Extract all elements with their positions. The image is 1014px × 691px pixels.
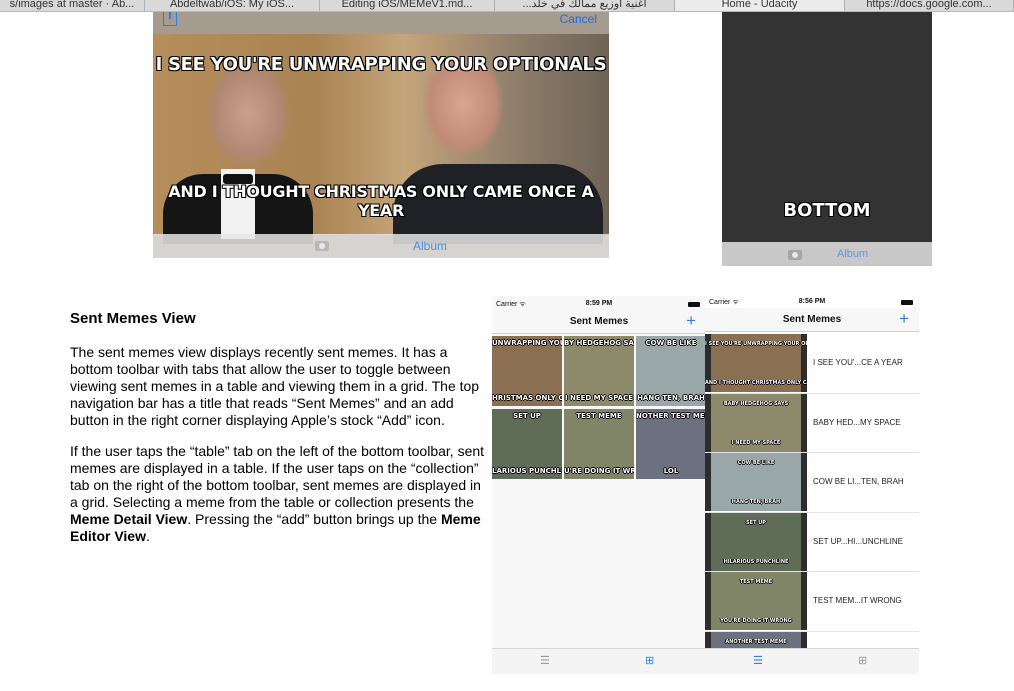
- table-row[interactable]: COW BE LIKE HANG TEN, BRAH COW BE LI...TEN…: [705, 453, 919, 513]
- meme-editor-screenshot: Cancel I SEE YOU'RE UNWRAPPING YOUR OPTI…: [153, 12, 609, 258]
- meme-top-text: SET UP: [746, 519, 766, 526]
- sent-memes-table-screenshot: Carrier ᯤ 8:56 PM Sent Memes + I SEE YOU…: [705, 294, 919, 674]
- camera-icon[interactable]: [315, 241, 329, 251]
- paragraph: The sent memes view displays recently se…: [70, 344, 480, 428]
- meme-grid-cell[interactable]: UNWRAPPING YOU HRISTMAS ONLY CA: [492, 336, 562, 406]
- meme-grid-cell[interactable]: NOTHER TEST MEM LOL: [636, 409, 706, 479]
- browser-tab[interactable]: Abdeltwab/iOS: My iOS...: [145, 0, 320, 11]
- meme-top-text: COW BE LIKE: [645, 339, 697, 347]
- meme-bottom-text: I NEED MY SPACE: [564, 394, 634, 402]
- meme-top-text: ANOTHER TEST MEME: [725, 638, 787, 645]
- browser-tab[interactable]: Home - Udacity: [675, 0, 845, 11]
- meme-grid-cell[interactable]: TEST MEME U'RE DOING IT WRO: [564, 409, 634, 479]
- meme-bottom-text: HILARIOUS PUNCHLINE: [723, 558, 789, 565]
- row-label: TEST MEM...IT WRONG: [813, 596, 902, 605]
- meme-thumbnail: COW BE LIKE HANG TEN, BRAH: [705, 453, 807, 511]
- meme-top-text: UNWRAPPING YOU: [492, 339, 562, 347]
- album-button[interactable]: Album: [837, 248, 868, 260]
- text: .: [145, 528, 150, 544]
- bold-text: Meme Detail View: [70, 511, 188, 527]
- navigation-bar: Sent Memes +: [492, 310, 706, 334]
- text: If the user taps the “table” tab on the …: [70, 443, 485, 510]
- status-bar: Carrier ᯤ 8:59 PM: [492, 296, 706, 310]
- nav-title: Sent Memes: [569, 316, 629, 327]
- camera-icon[interactable]: [788, 250, 802, 260]
- meme-bottom-text: HRISTMAS ONLY CA: [492, 394, 562, 402]
- meme-bottom-text: LOL: [663, 467, 679, 475]
- table-row[interactable]: SET UP HILARIOUS PUNCHLINE SET UP...HI...U…: [705, 512, 919, 572]
- meme-bottom-text: AND I THOUGHT CHRISTMAS ONLY CAME ONCE A…: [705, 380, 807, 386]
- meme-bottom-text: I NEED MY SPACE: [731, 439, 781, 446]
- time-label: 8:59 PM: [585, 300, 613, 307]
- cancel-button[interactable]: Cancel: [560, 12, 597, 26]
- browser-tab[interactable]: s/images at master · Ab...: [0, 0, 145, 11]
- text: . Pressing the “add” button brings up th…: [187, 511, 441, 527]
- meme-thumbnail: BABY HEDGEHOG SAYS I NEED MY SPACE: [705, 393, 807, 452]
- editor-toolbar: Album: [722, 242, 932, 266]
- meme-top-text: TEST MEME: [739, 579, 773, 585]
- meme-top-text: SET UP: [513, 412, 541, 420]
- row-label: BABY HED...MY SPACE: [813, 417, 901, 427]
- table-row[interactable]: TEST MEME YOU'RE DOING IT WRONG TEST MEM..…: [705, 572, 919, 632]
- dark-editor-screenshot: BOTTOM Album: [722, 12, 932, 266]
- page: s/images at master · Ab... Abdeltwab/iOS:…: [0, 0, 1014, 691]
- browser-tab[interactable]: ...أغنية أوزيع ممالك في خلد: [495, 0, 675, 11]
- share-icon[interactable]: [163, 12, 177, 26]
- meme-bottom-text: YOU'RE DOING IT WRONG: [720, 618, 792, 624]
- tab-bar: ☰ ⊞: [492, 648, 706, 674]
- meme-thumbnail: I SEE YOU'RE UNWRAPPING YOUR OPTIONALS AN…: [705, 334, 807, 392]
- meme-top-text: NOTHER TEST MEM: [636, 412, 706, 420]
- meme-bottom-text: LARIOUS PUNCHLIN: [492, 467, 562, 475]
- album-button[interactable]: Album: [413, 239, 447, 253]
- row-label: COW BE LI...TEN, BRAH: [813, 477, 904, 486]
- sent-memes-grid-screenshot: Carrier ᯤ 8:59 PM Sent Memes + UNWRAPPIN…: [492, 296, 706, 674]
- add-button[interactable]: +: [686, 311, 696, 331]
- list-icon[interactable]: ☰: [540, 656, 550, 667]
- time-label: 8:56 PM: [798, 298, 826, 305]
- row-label: SET UP...HI...UNCHLINE: [813, 536, 903, 546]
- meme-bottom-text: HANG TEN, BRAH: [637, 394, 705, 402]
- row-label: I SEE YOU'...CE A YEAR: [813, 358, 903, 367]
- add-button[interactable]: +: [899, 309, 909, 329]
- list-icon[interactable]: ☰: [753, 656, 763, 667]
- browser-tab[interactable]: https://docs.google.com...: [845, 0, 1014, 11]
- navigation-bar: Sent Memes +: [705, 308, 919, 332]
- document-section: Sent Memes View The sent memes view disp…: [70, 310, 492, 559]
- meme-bottom-text[interactable]: AND I THOUGHT CHRISTMAS ONLY CAME ONCE A…: [153, 182, 609, 220]
- tab-bar: ☰ ⊞: [705, 648, 919, 674]
- meme-top-text: BY HEDGEHOG SA: [564, 339, 634, 347]
- browser-tab-strip: s/images at master · Ab... Abdeltwab/iOS:…: [0, 0, 1014, 12]
- battery-icon: [688, 302, 700, 307]
- meme-bottom-text: HANG TEN, BRAH: [731, 499, 781, 505]
- meme-table: I SEE YOU'RE UNWRAPPING YOUR OPTIONALS AN…: [705, 334, 919, 674]
- meme-grid-cell[interactable]: COW BE LIKE HANG TEN, BRAH: [636, 336, 706, 406]
- meme-grid-cell[interactable]: SET UP LARIOUS PUNCHLIN: [492, 409, 562, 479]
- status-bar: Carrier ᯤ 8:56 PM: [705, 294, 919, 308]
- grid-icon[interactable]: ⊞: [645, 656, 654, 667]
- nav-title: Sent Memes: [782, 314, 842, 325]
- table-row[interactable]: I SEE YOU'RE UNWRAPPING YOUR OPTIONALS AN…: [705, 334, 919, 394]
- meme-grid-cell[interactable]: BY HEDGEHOG SA I NEED MY SPACE: [564, 336, 634, 406]
- meme-bottom-text: U'RE DOING IT WRO: [564, 467, 634, 475]
- meme-top-text: I SEE YOU'RE UNWRAPPING YOUR OPTIONALS: [705, 341, 807, 347]
- battery-icon: [901, 300, 913, 305]
- meme-thumbnail: SET UP HILARIOUS PUNCHLINE: [705, 512, 807, 571]
- paragraph: If the user taps the “table” tab on the …: [70, 443, 492, 545]
- meme-grid: UNWRAPPING YOU HRISTMAS ONLY CA BY HEDGEHO…: [492, 336, 706, 479]
- meme-bottom-text[interactable]: BOTTOM: [722, 200, 932, 221]
- meme-top-text: BABY HEDGEHOG SAYS: [723, 400, 789, 407]
- editor-toolbar: Album: [153, 234, 609, 258]
- table-row[interactable]: BABY HEDGEHOG SAYS I NEED MY SPACE BABY HE…: [705, 393, 919, 453]
- meme-top-text[interactable]: I SEE YOU'RE UNWRAPPING YOUR OPTIONALS: [153, 54, 609, 75]
- browser-tab[interactable]: Editing iOS/MEMeV1.md...: [320, 0, 495, 11]
- meme-thumbnail: TEST MEME YOU'RE DOING IT WRONG: [705, 572, 807, 630]
- meme-top-text: COW BE LIKE: [737, 460, 775, 466]
- section-heading: Sent Memes View: [70, 310, 196, 327]
- meme-top-text: TEST MEME: [576, 412, 622, 420]
- editor-navbar: Cancel: [153, 12, 609, 34]
- grid-icon[interactable]: ⊞: [858, 656, 867, 667]
